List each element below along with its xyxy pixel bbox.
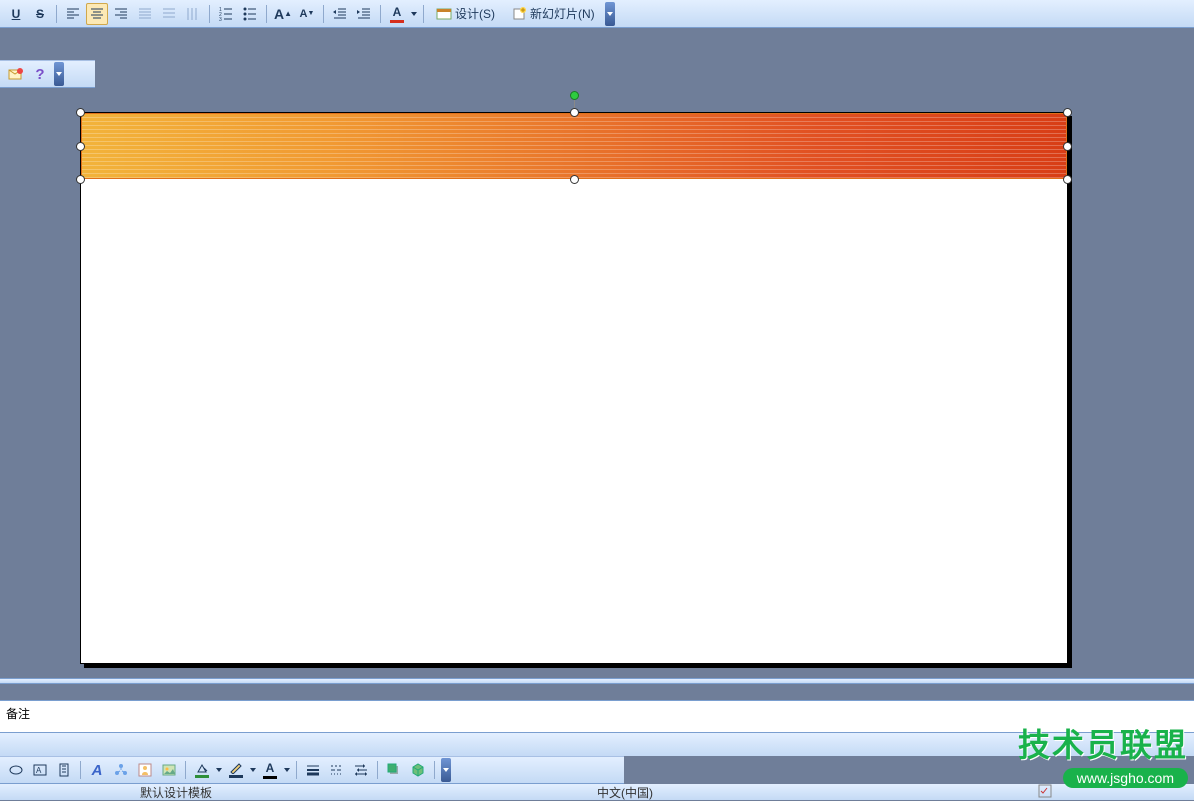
- increase-indent-button[interactable]: [353, 3, 375, 25]
- separator: [323, 5, 324, 23]
- arrow-style-button[interactable]: [350, 759, 372, 781]
- line-color-dropdown[interactable]: [249, 759, 257, 781]
- separator: [423, 5, 424, 23]
- secondary-toolbar: ?: [0, 60, 95, 88]
- watermark-title: 技术员联盟: [1018, 720, 1188, 766]
- dash-style-button[interactable]: [326, 759, 348, 781]
- resize-handle-se[interactable]: [1063, 175, 1072, 184]
- font-color-button[interactable]: A: [386, 3, 408, 25]
- separator: [296, 761, 297, 779]
- fill-color-swatch: [195, 775, 209, 778]
- slide-canvas-area[interactable]: [0, 88, 1194, 678]
- selected-shape[interactable]: [81, 113, 1067, 179]
- resize-handle-nw[interactable]: [76, 108, 85, 117]
- font-color-dropdown[interactable]: [283, 759, 291, 781]
- shadow-button[interactable]: [383, 759, 405, 781]
- mail-icon[interactable]: [5, 63, 27, 85]
- text-direction-button[interactable]: [182, 3, 204, 25]
- resize-handle-w[interactable]: [76, 142, 85, 151]
- line-weight-button[interactable]: [302, 759, 324, 781]
- resize-handle-n[interactable]: [570, 108, 579, 117]
- resize-handle-s[interactable]: [570, 175, 579, 184]
- notes-pane[interactable]: 备注: [0, 700, 1194, 732]
- decrease-indent-button[interactable]: [329, 3, 351, 25]
- new-slide-button[interactable]: 新幻灯片(N): [504, 3, 602, 25]
- svg-text:A: A: [36, 766, 42, 775]
- font-color-dropdown[interactable]: [410, 3, 418, 25]
- textbox-tool[interactable]: A: [29, 759, 51, 781]
- new-slide-label: 新幻灯片(N): [530, 5, 595, 22]
- 3d-button[interactable]: [407, 759, 429, 781]
- watermark: 技术员联盟 www.jsgho.com: [1018, 720, 1188, 788]
- slide[interactable]: [80, 112, 1068, 664]
- align-left-button[interactable]: [62, 3, 84, 25]
- bullet-list-button[interactable]: [239, 3, 261, 25]
- status-language: 中文(中国): [597, 784, 653, 801]
- clipart-button[interactable]: [134, 759, 156, 781]
- status-template: 默认设计模板: [140, 784, 212, 801]
- vertical-textbox-tool[interactable]: [53, 759, 75, 781]
- resize-handle-e[interactable]: [1063, 142, 1072, 151]
- separator: [434, 761, 435, 779]
- oval-tool[interactable]: [5, 759, 27, 781]
- wordart-button[interactable]: A: [86, 759, 108, 781]
- design-label: 设计(S): [455, 5, 495, 22]
- line-color-button[interactable]: [225, 759, 247, 781]
- notes-placeholder: 备注: [6, 707, 30, 721]
- distribute-button[interactable]: [158, 3, 180, 25]
- diagram-button[interactable]: [110, 759, 132, 781]
- separator: [80, 761, 81, 779]
- align-right-button[interactable]: [110, 3, 132, 25]
- numbered-list-button[interactable]: 123: [215, 3, 237, 25]
- resize-handle-sw[interactable]: [76, 175, 85, 184]
- separator: [185, 761, 186, 779]
- resize-handle-ne[interactable]: [1063, 108, 1072, 117]
- toolbar-options-icon[interactable]: [605, 2, 615, 26]
- font-color-swatch: [390, 20, 404, 23]
- fill-color-dropdown[interactable]: [215, 759, 223, 781]
- increase-font-button[interactable]: A▲: [272, 3, 294, 25]
- help-button[interactable]: ?: [29, 63, 51, 85]
- status-bar: 默认设计模板 中文(中国): [0, 784, 1194, 800]
- rotation-handle-icon[interactable]: [570, 91, 579, 100]
- separator: [380, 5, 381, 23]
- insert-picture-button[interactable]: [158, 759, 180, 781]
- underline-button[interactable]: U: [5, 3, 27, 25]
- separator: [56, 5, 57, 23]
- separator: [209, 5, 210, 23]
- justify-button[interactable]: [134, 3, 156, 25]
- formatting-toolbar: U S 123 A▲ A▼ A 设计(S): [0, 0, 1194, 28]
- toolbar-options-icon[interactable]: [441, 758, 451, 782]
- strikethrough-button[interactable]: S: [29, 3, 51, 25]
- separator: [266, 5, 267, 23]
- pane-gap: [0, 732, 1194, 756]
- line-color-swatch: [229, 775, 243, 778]
- decrease-font-button[interactable]: A▼: [296, 3, 318, 25]
- separator: [377, 761, 378, 779]
- align-center-button[interactable]: [86, 3, 108, 25]
- notes-resize-bar[interactable]: [0, 678, 1194, 684]
- design-button[interactable]: 设计(S): [429, 3, 502, 25]
- watermark-url: www.jsgho.com: [1063, 768, 1188, 788]
- toolbar-options-icon[interactable]: [54, 62, 64, 86]
- font-color-button[interactable]: A: [259, 759, 281, 781]
- fill-color-button[interactable]: [191, 759, 213, 781]
- svg-text:3: 3: [219, 17, 222, 22]
- drawing-toolbar: A A A: [0, 756, 624, 784]
- font-color-swatch: [263, 776, 277, 779]
